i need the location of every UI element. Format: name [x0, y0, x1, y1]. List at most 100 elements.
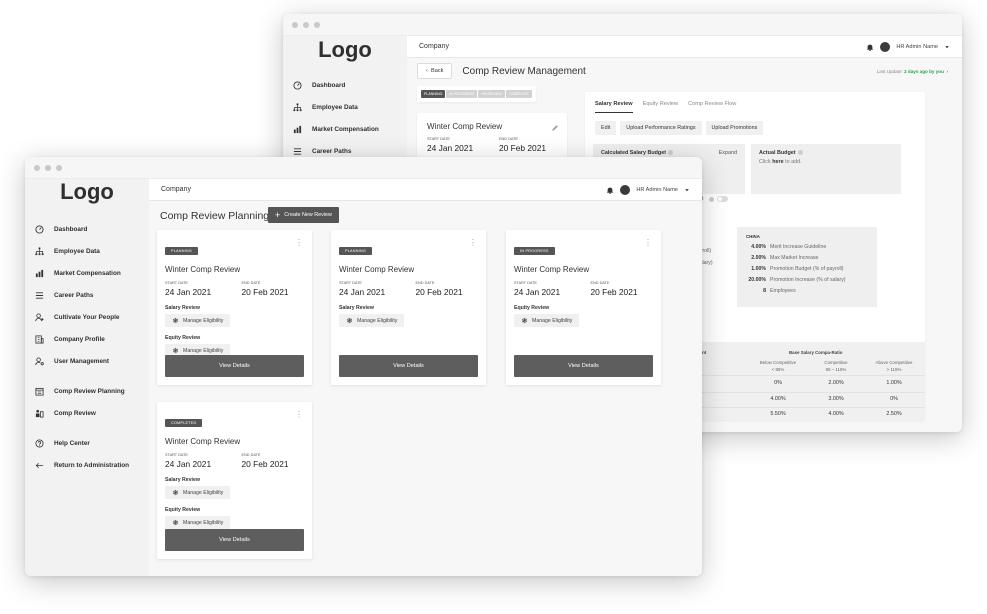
gear-icon: [172, 489, 179, 496]
window-dot[interactable]: [56, 164, 62, 171]
review-card: PLANNING ⋮ Winter Comp Review START DATE…: [331, 230, 486, 385]
window-dot[interactable]: [303, 21, 309, 28]
manage-eligibility-button[interactable]: Manage Eligibility: [514, 314, 580, 327]
org-chart-icon: [290, 102, 304, 112]
tab-comp-review-flow[interactable]: Comp Review Flow: [688, 101, 736, 113]
metric-value: 8: [763, 288, 766, 294]
front-topbar: Company HR Admin Name: [149, 179, 702, 201]
building-icon: [32, 334, 46, 344]
edit-button[interactable]: Edit: [595, 121, 617, 135]
tab-salary-review[interactable]: Salary Review: [595, 101, 633, 113]
expand-link[interactable]: Expand: [719, 150, 737, 156]
card-title: Winter Comp Review: [165, 265, 241, 274]
window-dot[interactable]: [45, 164, 51, 171]
avatar[interactable]: [620, 184, 631, 195]
table-cell: 2.50%: [886, 411, 902, 417]
section-label: Salary Review: [339, 305, 374, 311]
window-dot[interactable]: [292, 21, 298, 28]
column-range: > 115%: [886, 366, 902, 372]
kebab-menu-icon[interactable]: ⋮: [644, 239, 652, 247]
bell-icon[interactable]: [606, 186, 614, 194]
manage-eligibility-button[interactable]: Manage Eligibility: [165, 486, 231, 499]
gear-icon: [346, 317, 353, 324]
bell-icon[interactable]: [866, 43, 874, 51]
nav-item-company-profile[interactable]: Company Profile: [32, 328, 149, 350]
nav-item-dashboard[interactable]: Dashboard: [32, 218, 149, 240]
nav-label: Comp Review Planning: [54, 387, 125, 395]
nav-label: User Management: [54, 357, 110, 365]
manage-eligibility-button[interactable]: Manage Eligibility: [165, 516, 231, 529]
chevron-down-icon[interactable]: [944, 44, 950, 50]
chevron-down-icon[interactable]: [684, 187, 690, 193]
nav-item-user-management[interactable]: User Management: [32, 350, 149, 372]
column-name: Competitive: [824, 360, 848, 365]
pencil-icon[interactable]: [551, 119, 559, 137]
toggle-switch[interactable]: [716, 196, 728, 202]
start-date: 24 Jan 2021: [165, 287, 212, 297]
card-title: Winter Comp Review: [165, 437, 241, 446]
end-date: 20 Feb 2021: [590, 287, 638, 297]
help-icon: [32, 438, 46, 448]
card-title: Winter Comp Review: [339, 265, 415, 274]
view-details-button[interactable]: View Details: [165, 355, 304, 377]
nav-item-employee-data[interactable]: Employee Data: [32, 240, 149, 262]
end-date: 20 Feb 2021: [499, 143, 547, 153]
gear-icon: [172, 347, 179, 354]
front-sidebar: Logo Dashboard Employee Data Market Comp…: [25, 179, 149, 576]
kebab-menu-icon[interactable]: ⋮: [295, 239, 303, 247]
column-name: Above Competitive: [875, 360, 913, 365]
nav-item-cultivate-your-people[interactable]: Cultivate Your People: [32, 306, 149, 328]
nav-item-market-compensation[interactable]: Market Compensation: [32, 262, 149, 284]
nav-label: Market Compensation: [312, 125, 379, 133]
manage-eligibility-button[interactable]: Manage Eligibility: [339, 314, 405, 327]
info-icon[interactable]: [708, 196, 714, 202]
nav-item-return-to-administration[interactable]: Return to Administration: [32, 454, 149, 476]
kebab-menu-icon[interactable]: ⋮: [295, 411, 303, 419]
page-title: Comp Review Management: [462, 65, 586, 77]
info-icon[interactable]: [797, 150, 803, 156]
end-date-label: END DATE: [415, 281, 435, 285]
nav-item-career-paths[interactable]: Career Paths: [32, 284, 149, 306]
status-step: HR Review: [478, 90, 505, 98]
hint-post: to add.: [783, 159, 802, 165]
section-label: Equity Review: [165, 335, 201, 341]
manage-eligibility-button[interactable]: Manage Eligibility: [165, 314, 231, 327]
view-details-button[interactable]: View Details: [339, 355, 478, 377]
list-icon: [32, 291, 46, 300]
info-icon[interactable]: [668, 150, 674, 156]
view-details-button[interactable]: View Details: [165, 529, 304, 551]
nav-item-help-center[interactable]: Help Center: [32, 432, 149, 454]
status-badge: PLANNING: [165, 247, 199, 255]
avatar[interactable]: [880, 41, 891, 52]
upload-ratings-button[interactable]: Upload Performance Ratings: [620, 121, 702, 135]
front-window: Logo Dashboard Employee Data Market Comp…: [25, 157, 702, 576]
nav-item-comp-review[interactable]: Comp Review: [32, 402, 149, 424]
kebab-menu-icon[interactable]: ⋮: [469, 239, 477, 247]
manage-label: Manage Eligibility: [357, 317, 398, 324]
back-button[interactable]: ‹ Back: [417, 63, 453, 79]
front-window-titlebar: [25, 157, 702, 179]
window-dot[interactable]: [314, 21, 320, 28]
back-label: Back: [430, 68, 444, 74]
add-budget-link[interactable]: here: [772, 159, 783, 165]
nav-item-dashboard[interactable]: Dashboard: [290, 74, 407, 96]
end-date-label: END DATE: [241, 281, 261, 285]
start-date-label: START DATE: [427, 137, 450, 141]
admin-name[interactable]: HR Admin Name: [896, 44, 938, 50]
nav-item-comp-review-planning[interactable]: Comp Review Planning: [32, 380, 149, 402]
nav-item-market-compensation[interactable]: Market Compensation: [290, 118, 407, 140]
table-title: Base Salary Compa-Ratio: [789, 350, 843, 355]
chevron-right-icon[interactable]: ›: [945, 69, 948, 74]
upload-promotions-button[interactable]: Upload Promotions: [705, 121, 764, 135]
nav-label: Career Paths: [54, 291, 94, 299]
create-new-review-button[interactable]: + Create New Review: [268, 207, 339, 223]
view-details-button[interactable]: View Details: [514, 355, 653, 377]
window-dot[interactable]: [34, 164, 40, 171]
nav-item-employee-data[interactable]: Employee Data: [290, 96, 407, 118]
tab-equity-review[interactable]: Equity Review: [643, 101, 678, 113]
nav-label: Comp Review: [54, 409, 96, 417]
manage-label: Manage Eligibility: [183, 489, 224, 496]
status-badge: COMPLETED: [165, 419, 203, 427]
section-label: Equity Review: [165, 507, 201, 513]
admin-name[interactable]: HR Admin Name: [636, 187, 678, 193]
